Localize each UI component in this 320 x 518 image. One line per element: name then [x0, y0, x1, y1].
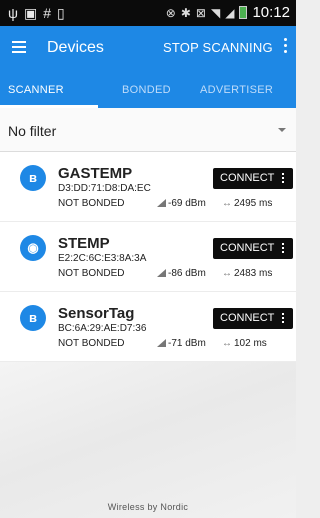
chevron-down-icon — [278, 128, 286, 132]
beacon-icon: ◉ — [20, 235, 46, 261]
device-name: STEMP — [58, 235, 110, 252]
device-row[interactable]: ʙ SensorTag BC:6A:29:AE:D7:36 NOT BONDED… — [0, 292, 296, 362]
device-name: SensorTag — [58, 305, 135, 322]
footer-text: Wireless by Nordic — [107, 502, 189, 512]
overflow-menu-icon[interactable] — [284, 38, 288, 56]
bluetooth-icon: ʙ — [20, 165, 46, 191]
device-address: D3:DD:71:D8:DA:EC — [58, 183, 151, 194]
rssi-readout: -69 dBm — [157, 198, 206, 209]
tab-bar: SCANNER BONDED ADVERTISER — [0, 72, 296, 108]
image-icon: ▣ — [23, 5, 44, 21]
app-bar: Devices STOP SCANNING — [0, 26, 296, 72]
mute-icon: ⊠ — [195, 5, 206, 20]
device-row[interactable]: ʙ GASTEMP D3:DD:71:D8:DA:EC NOT BONDED -… — [0, 152, 296, 222]
bond-status: NOT BONDED — [58, 198, 125, 209]
filter-selected-value: No filter — [8, 123, 57, 139]
signal-strength-icon — [157, 269, 166, 277]
interval-readout: ↔ 102 ms — [222, 338, 267, 349]
rssi-readout: -86 dBm — [157, 268, 206, 279]
device-menu-icon[interactable] — [282, 173, 285, 185]
file-icon: ▯ — [57, 5, 71, 21]
bond-status: NOT BONDED — [58, 338, 125, 349]
device-menu-icon[interactable] — [282, 243, 285, 255]
tab-advertiser[interactable]: ADVERTISER — [200, 84, 273, 96]
status-bar: ψ▣#▯ ⊗ ✱ ⊠ ◥ ◢ 10:12 — [0, 0, 296, 26]
device-row[interactable]: ◉ STEMP E2:2C:6C:E3:8A:3A NOT BONDED -86… — [0, 222, 296, 292]
device-address: E2:2C:6C:E3:8A:3A — [58, 253, 147, 264]
interval-value: 102 ms — [234, 338, 267, 349]
hash-icon: # — [43, 5, 58, 21]
device-list: ʙ GASTEMP D3:DD:71:D8:DA:EC NOT BONDED -… — [0, 152, 296, 362]
signal-strength-icon — [157, 199, 166, 207]
interval-value: 2495 ms — [234, 198, 273, 209]
footer-area: Wireless by Nordic — [0, 362, 296, 518]
tab-bonded[interactable]: BONDED — [122, 84, 171, 96]
rssi-value: -71 dBm — [168, 338, 206, 349]
status-right-icons: ⊗ ✱ ⊠ ◥ ◢ 10:12 — [166, 4, 290, 21]
connect-label: CONNECT — [220, 172, 275, 184]
interval-arrows-icon: ↔ — [222, 268, 232, 279]
tab-scanner[interactable]: SCANNER — [8, 84, 64, 96]
interval-readout: ↔ 2483 ms — [222, 268, 272, 279]
stop-scanning-button[interactable]: STOP SCANNING — [163, 40, 273, 55]
interval-readout: ↔ 2495 ms — [222, 198, 272, 209]
status-left-icons: ψ▣#▯ — [8, 5, 71, 22]
interval-arrows-icon: ↔ — [222, 198, 232, 209]
device-menu-icon[interactable] — [282, 313, 285, 325]
usb-icon: ψ — [8, 5, 24, 21]
bluetooth-icon: ✱ — [180, 5, 191, 20]
rssi-value: -86 dBm — [168, 268, 206, 279]
rssi-readout: -71 dBm — [157, 338, 206, 349]
device-name: GASTEMP — [58, 165, 133, 182]
connect-label: CONNECT — [220, 312, 275, 324]
nfc-icon: ⊗ — [165, 5, 176, 20]
signal-icon: ◢ — [225, 5, 235, 20]
filter-dropdown[interactable]: No filter — [0, 108, 296, 152]
wifi-icon: ◥ — [210, 5, 221, 20]
signal-strength-icon — [157, 339, 166, 347]
rssi-value: -69 dBm — [168, 198, 206, 209]
bluetooth-icon: ʙ — [20, 305, 46, 331]
connect-button[interactable]: CONNECT — [213, 238, 293, 259]
menu-icon[interactable] — [12, 41, 26, 53]
interval-arrows-icon: ↔ — [222, 338, 232, 349]
connect-button[interactable]: CONNECT — [213, 308, 293, 329]
connect-button[interactable]: CONNECT — [213, 168, 293, 189]
page-title: Devices — [47, 39, 104, 56]
status-time: 10:12 — [252, 4, 290, 21]
bond-status: NOT BONDED — [58, 268, 125, 279]
interval-value: 2483 ms — [234, 268, 273, 279]
connect-label: CONNECT — [220, 242, 275, 254]
device-address: BC:6A:29:AE:D7:36 — [58, 323, 147, 334]
battery-icon — [239, 6, 248, 19]
